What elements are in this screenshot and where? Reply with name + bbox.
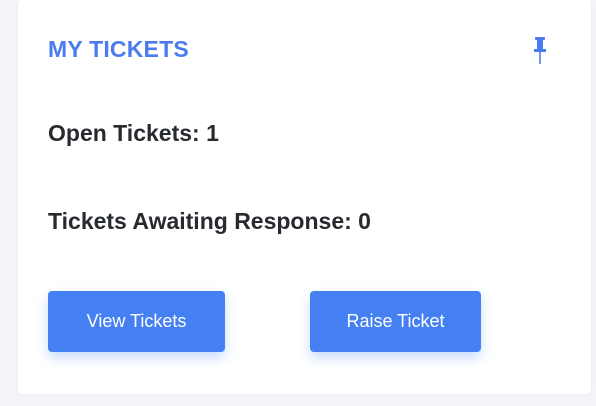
awaiting-response-count: Tickets Awaiting Response: 0 <box>48 208 371 234</box>
my-tickets-widget: MY TICKETS Open Tickets: 1 Tickets Await… <box>18 0 591 394</box>
pin-icon[interactable] <box>532 36 548 66</box>
open-tickets-count: Open Tickets: 1 <box>48 120 219 146</box>
widget-title: MY TICKETS <box>48 36 189 62</box>
page-background: MY TICKETS Open Tickets: 1 Tickets Await… <box>0 0 596 406</box>
raise-ticket-button[interactable]: Raise Ticket <box>310 291 481 352</box>
view-tickets-button[interactable]: View Tickets <box>48 291 225 352</box>
